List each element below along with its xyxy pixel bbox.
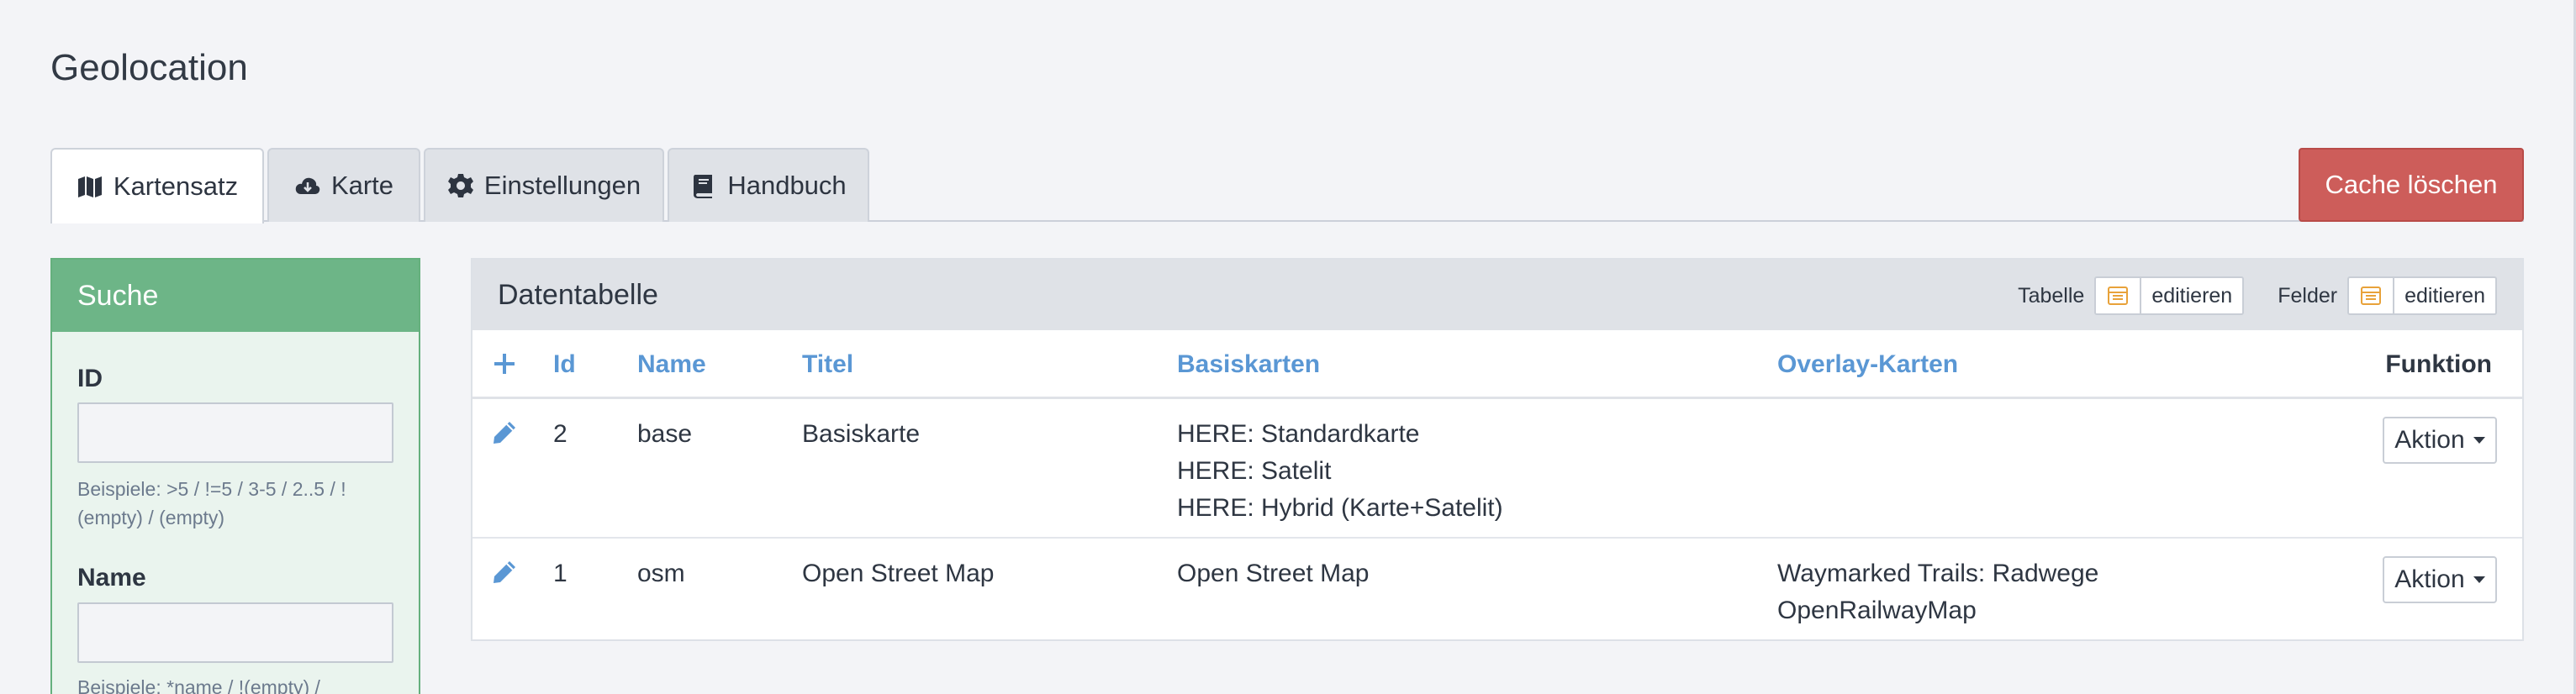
cloud-download-icon <box>295 177 320 194</box>
header-divider <box>472 397 2522 399</box>
fields-settings-icon-button[interactable] <box>2347 276 2395 315</box>
row-titel: Open Street Map <box>802 560 995 587</box>
name-field-label: Name <box>77 564 146 591</box>
table-edit-group: Tabelle editieren <box>2018 276 2245 315</box>
column-header-name[interactable]: Name <box>637 350 706 379</box>
name-field-hint: Beispiele: *name / !(empty) / <box>77 676 320 694</box>
row-basiskarte-item: HERE: Hybrid (Karte+Satelit) <box>1177 494 1503 522</box>
row-basiskarte-item: HERE: Standardkarte <box>1177 420 1420 448</box>
tab-label: Karte <box>330 171 394 200</box>
pencil-icon[interactable] <box>491 419 518 446</box>
action-dropdown-button[interactable]: Aktion <box>2383 417 2497 464</box>
id-field-label: ID <box>77 365 103 392</box>
gear-icon <box>447 174 473 197</box>
tab-label: Kartensatz <box>113 171 239 201</box>
row-name: base <box>637 420 693 448</box>
tab-bar: Kartensatz Karte Einstellungen Handbuch … <box>50 148 2524 223</box>
column-header-basiskarten[interactable]: Basiskarten <box>1177 350 1320 379</box>
chevron-down-icon <box>2473 576 2485 583</box>
search-panel-title: Suche <box>52 260 419 332</box>
table-icon <box>2361 287 2382 305</box>
chevron-down-icon <box>2473 437 2485 444</box>
tab-kartensatz[interactable]: Kartensatz <box>50 148 264 223</box>
row-basiskarte-item: HERE: Satelit <box>1177 457 1332 485</box>
table-settings-icon-button[interactable] <box>2094 276 2142 315</box>
column-header-funktion: Funktion <box>2385 350 2492 378</box>
table-icon <box>2108 287 2129 305</box>
fields-tool-label: Felder <box>2278 283 2338 308</box>
tab-label: Handbuch <box>727 171 847 200</box>
page-title: Geolocation <box>50 47 248 88</box>
fields-edit-group: Felder editieren <box>2278 276 2497 315</box>
column-header-titel[interactable]: Titel <box>802 350 853 379</box>
data-table-header: Datentabelle Tabelle editieren Felder ed… <box>472 260 2522 330</box>
add-record-icon[interactable] <box>491 350 518 377</box>
search-panel: Suche ID Beispiele: >5 / !=5 / 3-5 / 2..… <box>50 258 420 694</box>
data-table-panel: Datentabelle Tabelle editieren Felder ed… <box>471 258 2524 641</box>
tab-einstellungen[interactable]: Einstellungen <box>424 148 664 222</box>
name-search-input[interactable] <box>77 602 393 663</box>
row-overlay-item: Waymarked Trails: Radwege <box>1777 560 2099 587</box>
pencil-icon[interactable] <box>491 559 518 586</box>
tab-karte[interactable]: Karte <box>267 148 420 222</box>
row-basiskarte-item: Open Street Map <box>1177 560 1370 587</box>
cache-clear-button[interactable]: Cache löschen <box>2299 148 2524 222</box>
id-search-input[interactable] <box>77 402 393 463</box>
column-header-id[interactable]: Id <box>553 350 576 379</box>
row-id: 2 <box>553 420 567 448</box>
table-edit-button[interactable]: editieren <box>2141 276 2245 315</box>
table-tool-label: Tabelle <box>2018 283 2085 308</box>
book-icon <box>694 175 713 198</box>
tab-handbuch[interactable]: Handbuch <box>668 148 869 222</box>
row-id: 1 <box>553 560 567 587</box>
data-table-title: Datentabelle <box>498 278 658 311</box>
table-tools: Tabelle editieren Felder editieren <box>1984 276 2497 315</box>
row-overlay-item: OpenRailwayMap <box>1777 597 1977 624</box>
map-icon <box>77 176 102 197</box>
tab-label: Einstellungen <box>483 171 641 200</box>
column-header-overlay[interactable]: Overlay-Karten <box>1777 350 1958 379</box>
fields-edit-button[interactable]: editieren <box>2394 276 2497 315</box>
row-divider <box>472 537 2522 539</box>
action-dropdown-button[interactable]: Aktion <box>2383 556 2497 603</box>
action-label: Aktion <box>2394 426 2465 454</box>
row-name: osm <box>637 560 685 587</box>
row-titel: Basiskarte <box>802 420 921 448</box>
action-label: Aktion <box>2394 565 2465 593</box>
id-field-hint: Beispiele: >5 / !=5 / 3-5 / 2..5 / ! (em… <box>77 478 346 528</box>
